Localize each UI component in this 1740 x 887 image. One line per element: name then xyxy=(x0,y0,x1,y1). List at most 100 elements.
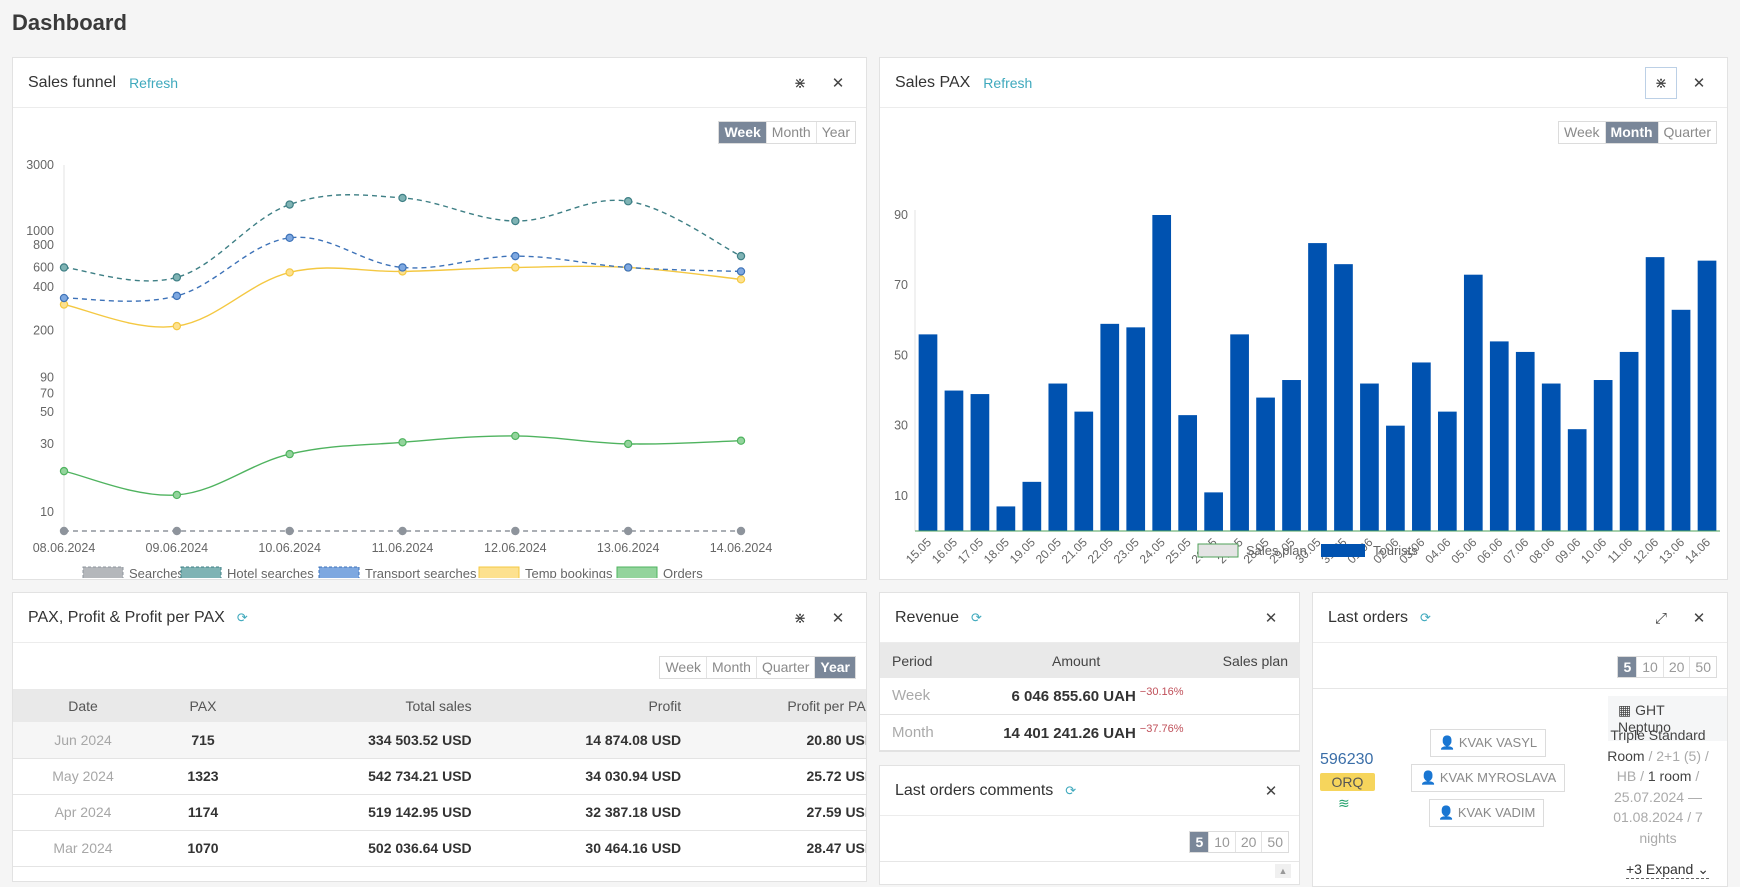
period-switch: Week Month Quarter Year xyxy=(659,656,856,679)
order-id-link[interactable]: 596230 xyxy=(1320,751,1373,769)
cell-date: Jun 2024 xyxy=(13,722,153,759)
legend-swatch xyxy=(82,566,124,578)
close-button[interactable]: ✕ xyxy=(822,67,854,99)
panel-title: PAX, Profit & Profit per PAX xyxy=(28,608,225,626)
page-size-5[interactable]: 5 xyxy=(1190,832,1209,852)
y-tick-label: 1000 xyxy=(26,224,54,238)
sync-icon[interactable]: ⟳ xyxy=(971,610,982,626)
bar-tourists xyxy=(1178,415,1198,531)
period-tab-quarter[interactable]: Quarter xyxy=(755,657,814,678)
data-point xyxy=(172,490,182,500)
data-point xyxy=(172,526,182,536)
x-tick-label: 18.05 xyxy=(981,535,1012,566)
table-row: Apr 2024 1174 519 142.95 USD 32 387.18 U… xyxy=(13,794,866,831)
x-tick-label: 11.06.2024 xyxy=(372,541,434,555)
collapse-icon: ⋇ xyxy=(793,610,807,627)
column-header[interactable]: Profit per PAX xyxy=(687,689,866,722)
data-point xyxy=(736,251,746,261)
refresh-link[interactable]: Refresh xyxy=(983,75,1032,91)
y-tick-label: 800 xyxy=(33,238,54,252)
close-button[interactable]: ✕ xyxy=(1683,67,1715,99)
y-tick-label: 10 xyxy=(894,489,908,503)
column-header[interactable]: PAX xyxy=(153,689,253,722)
close-icon: ✕ xyxy=(831,610,845,627)
data-point xyxy=(59,466,69,476)
close-icon: ✕ xyxy=(1264,610,1278,627)
x-tick-label: 13.06.2024 xyxy=(597,541,660,555)
tourist-button[interactable]: 👤 KVAK VADIM xyxy=(1429,799,1545,827)
data-point xyxy=(285,200,294,209)
bar-tourists xyxy=(1515,351,1535,531)
x-tick-label: 09.06 xyxy=(1552,535,1583,566)
page-size-50[interactable]: 50 xyxy=(1689,657,1716,677)
close-button[interactable]: ✕ xyxy=(1255,775,1287,807)
page-size-10[interactable]: 10 xyxy=(1208,832,1235,852)
bar-tourists xyxy=(1282,380,1301,531)
table-row: May 2024 1323 542 734.21 USD 34 030.94 U… xyxy=(13,758,866,795)
page-size-50[interactable]: 50 xyxy=(1261,832,1288,852)
tourist-button[interactable]: 👤 KVAK VASYL xyxy=(1430,729,1547,757)
x-tick-label: 15.05 xyxy=(903,535,934,566)
cell-amount: 14 401 241.26 UAH −37.76% xyxy=(956,714,1196,751)
period-tab-year[interactable]: Year xyxy=(814,657,855,678)
legend-swatch xyxy=(1321,544,1365,557)
pax-profit-panel: PAX, Profit & Profit per PAX ⟳ ⋇ ✕ Week M… xyxy=(12,592,867,882)
sync-icon[interactable]: ⟳ xyxy=(1065,783,1076,799)
sync-icon[interactable]: ⟳ xyxy=(237,610,248,626)
pax-profit-table: Date PAX Total sales Profit Profit per P… xyxy=(13,689,866,867)
table-row: Week 6 046 855.60 UAH −30.16% xyxy=(880,678,1300,715)
collapse-button[interactable]: ⋇ xyxy=(784,602,816,634)
cell-date: May 2024 xyxy=(13,758,153,795)
collapse-button[interactable]: ⋇ xyxy=(1645,67,1677,99)
close-button[interactable]: ✕ xyxy=(822,602,854,634)
table-header-row: Period Amount Sales plan xyxy=(880,643,1300,678)
period-tab-week[interactable]: Week xyxy=(660,657,706,678)
x-tick-label: 17.05 xyxy=(955,535,986,566)
y-tick-label: 3000 xyxy=(26,158,54,172)
column-header: Period xyxy=(880,643,957,678)
cell-profit: 34 030.94 USD xyxy=(477,758,688,795)
order-status-badge: ORQ xyxy=(1320,773,1375,791)
scroll-up-button[interactable]: ▲ xyxy=(1275,864,1291,878)
expand-button[interactable]: ⤢ xyxy=(1645,602,1677,634)
close-button[interactable]: ✕ xyxy=(1255,602,1287,634)
last-orders-header: Last orders ⟳ ⤢ ✕ xyxy=(1313,593,1727,643)
close-button[interactable]: ✕ xyxy=(1683,602,1715,634)
page-size-20[interactable]: 20 xyxy=(1234,832,1262,852)
page-title: Dashboard xyxy=(12,10,127,35)
data-point xyxy=(398,438,407,447)
cell-profit-per-pax: 20.80 USD xyxy=(687,722,866,759)
revenue-header: Revenue ⟳ ✕ xyxy=(880,593,1299,643)
x-tick-label: 20.05 xyxy=(1033,535,1064,566)
column-header: Sales plan xyxy=(1195,643,1300,678)
sync-icon[interactable]: ⟳ xyxy=(1420,610,1431,626)
column-header[interactable]: Profit xyxy=(477,689,688,722)
legend-swatch xyxy=(616,566,658,578)
data-point xyxy=(398,193,407,203)
x-tick-label: 11.06 xyxy=(1605,535,1636,566)
collapse-button[interactable]: ⋇ xyxy=(784,67,816,99)
person-icon: 👤 xyxy=(1439,735,1459,750)
column-header: Amount xyxy=(956,643,1196,678)
column-header[interactable]: Total sales xyxy=(253,689,478,722)
data-point xyxy=(172,291,182,301)
legend-label: Temp bookings xyxy=(525,566,613,578)
column-header[interactable]: Date xyxy=(13,689,153,722)
y-tick-label: 30 xyxy=(894,419,908,433)
panel-title: Sales PAX xyxy=(895,73,971,91)
page-size-10[interactable]: 10 xyxy=(1636,657,1663,677)
page-size-5[interactable]: 5 xyxy=(1618,657,1637,677)
amount-value: 6 046 855.60 UAH xyxy=(1011,688,1136,706)
expand-tourists-link[interactable]: +3 Expand ⌄ xyxy=(1626,861,1709,879)
page-size-20[interactable]: 20 xyxy=(1662,657,1690,677)
chevron-down-icon: ⌄ xyxy=(1697,861,1709,877)
bar-tourists xyxy=(1100,323,1120,531)
table-row: Month 14 401 241.26 UAH −37.76% xyxy=(880,714,1300,751)
x-tick-label: 07.06 xyxy=(1500,535,1531,566)
tourist-button[interactable]: 👤 KVAK MYROSLAVA xyxy=(1411,764,1566,792)
period-tab-month[interactable]: Month xyxy=(706,657,756,678)
x-tick-label: 06.06 xyxy=(1474,535,1505,566)
data-point xyxy=(172,273,182,282)
refresh-link[interactable]: Refresh xyxy=(129,75,178,91)
bar-tourists xyxy=(1671,309,1691,531)
